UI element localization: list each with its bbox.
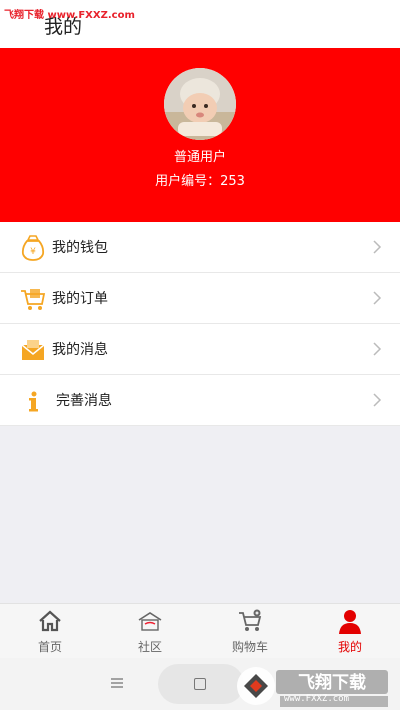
home-icon: [39, 610, 61, 632]
nav-label: 我的: [337, 640, 362, 654]
nav-item-community[interactable]: 社区: [100, 604, 200, 659]
nav-item-home[interactable]: 首页: [0, 604, 100, 659]
app-screen: 飞翔下载 www.FXXZ.com 我的 普通用户 用户编号：253 ¥ 我的钱…: [0, 0, 400, 710]
user-id: 用户编号：253: [155, 174, 245, 189]
menu-item-orders[interactable]: 我的订单: [0, 273, 400, 324]
profile-header: 普通用户 用户编号：253: [0, 48, 400, 222]
wallet-icon: ¥: [21, 235, 45, 261]
top-bar: 飞翔下载 www.FXXZ.com 我的: [0, 0, 400, 48]
system-nav-bar: 飞翔下载 www.FXXZ.com: [0, 658, 400, 710]
menu-icon[interactable]: [110, 676, 124, 690]
chevron-right-icon: [373, 393, 382, 407]
menu-item-wallet[interactable]: ¥ 我的钱包: [0, 222, 400, 273]
svg-text:¥: ¥: [30, 247, 36, 257]
menu-item-messages[interactable]: 我的消息: [0, 324, 400, 375]
home-square-icon[interactable]: [194, 678, 206, 690]
menu-list: ¥ 我的钱包 我的订单 我的消息 完善消息: [0, 222, 400, 426]
info-icon: [29, 391, 38, 412]
nav-label: 首页: [37, 640, 62, 654]
cart-order-icon: [21, 289, 46, 310]
user-icon: [339, 610, 361, 634]
nav-label: 社区: [137, 640, 162, 654]
watermark-logo-text: 飞翔下载: [298, 672, 366, 693]
menu-item-complete-info[interactable]: 完善消息: [0, 375, 400, 426]
avatar[interactable]: [164, 68, 236, 140]
watermark-url: www.FXXZ.com: [284, 694, 350, 704]
baby-avatar-image: [164, 68, 236, 140]
username: 普通用户: [173, 150, 226, 165]
mail-icon: [21, 340, 45, 360]
nav-item-mine[interactable]: 我的: [300, 604, 400, 659]
page-title: 我的: [44, 16, 83, 38]
chevron-right-icon: [373, 342, 382, 356]
menu-item-label: 我的消息: [52, 342, 108, 358]
menu-item-label: 我的订单: [52, 291, 108, 307]
nav-label: 购物车: [231, 640, 268, 654]
community-icon: [138, 612, 162, 631]
menu-item-label: 我的钱包: [52, 240, 108, 256]
bottom-nav: 首页 社区 购物车 我的: [0, 603, 400, 658]
shopping-cart-icon: [239, 609, 262, 631]
menu-item-label: 完善消息: [56, 393, 112, 409]
nav-item-cart[interactable]: 购物车: [200, 604, 300, 659]
chevron-right-icon: [373, 240, 382, 254]
chevron-right-icon: [373, 291, 382, 305]
